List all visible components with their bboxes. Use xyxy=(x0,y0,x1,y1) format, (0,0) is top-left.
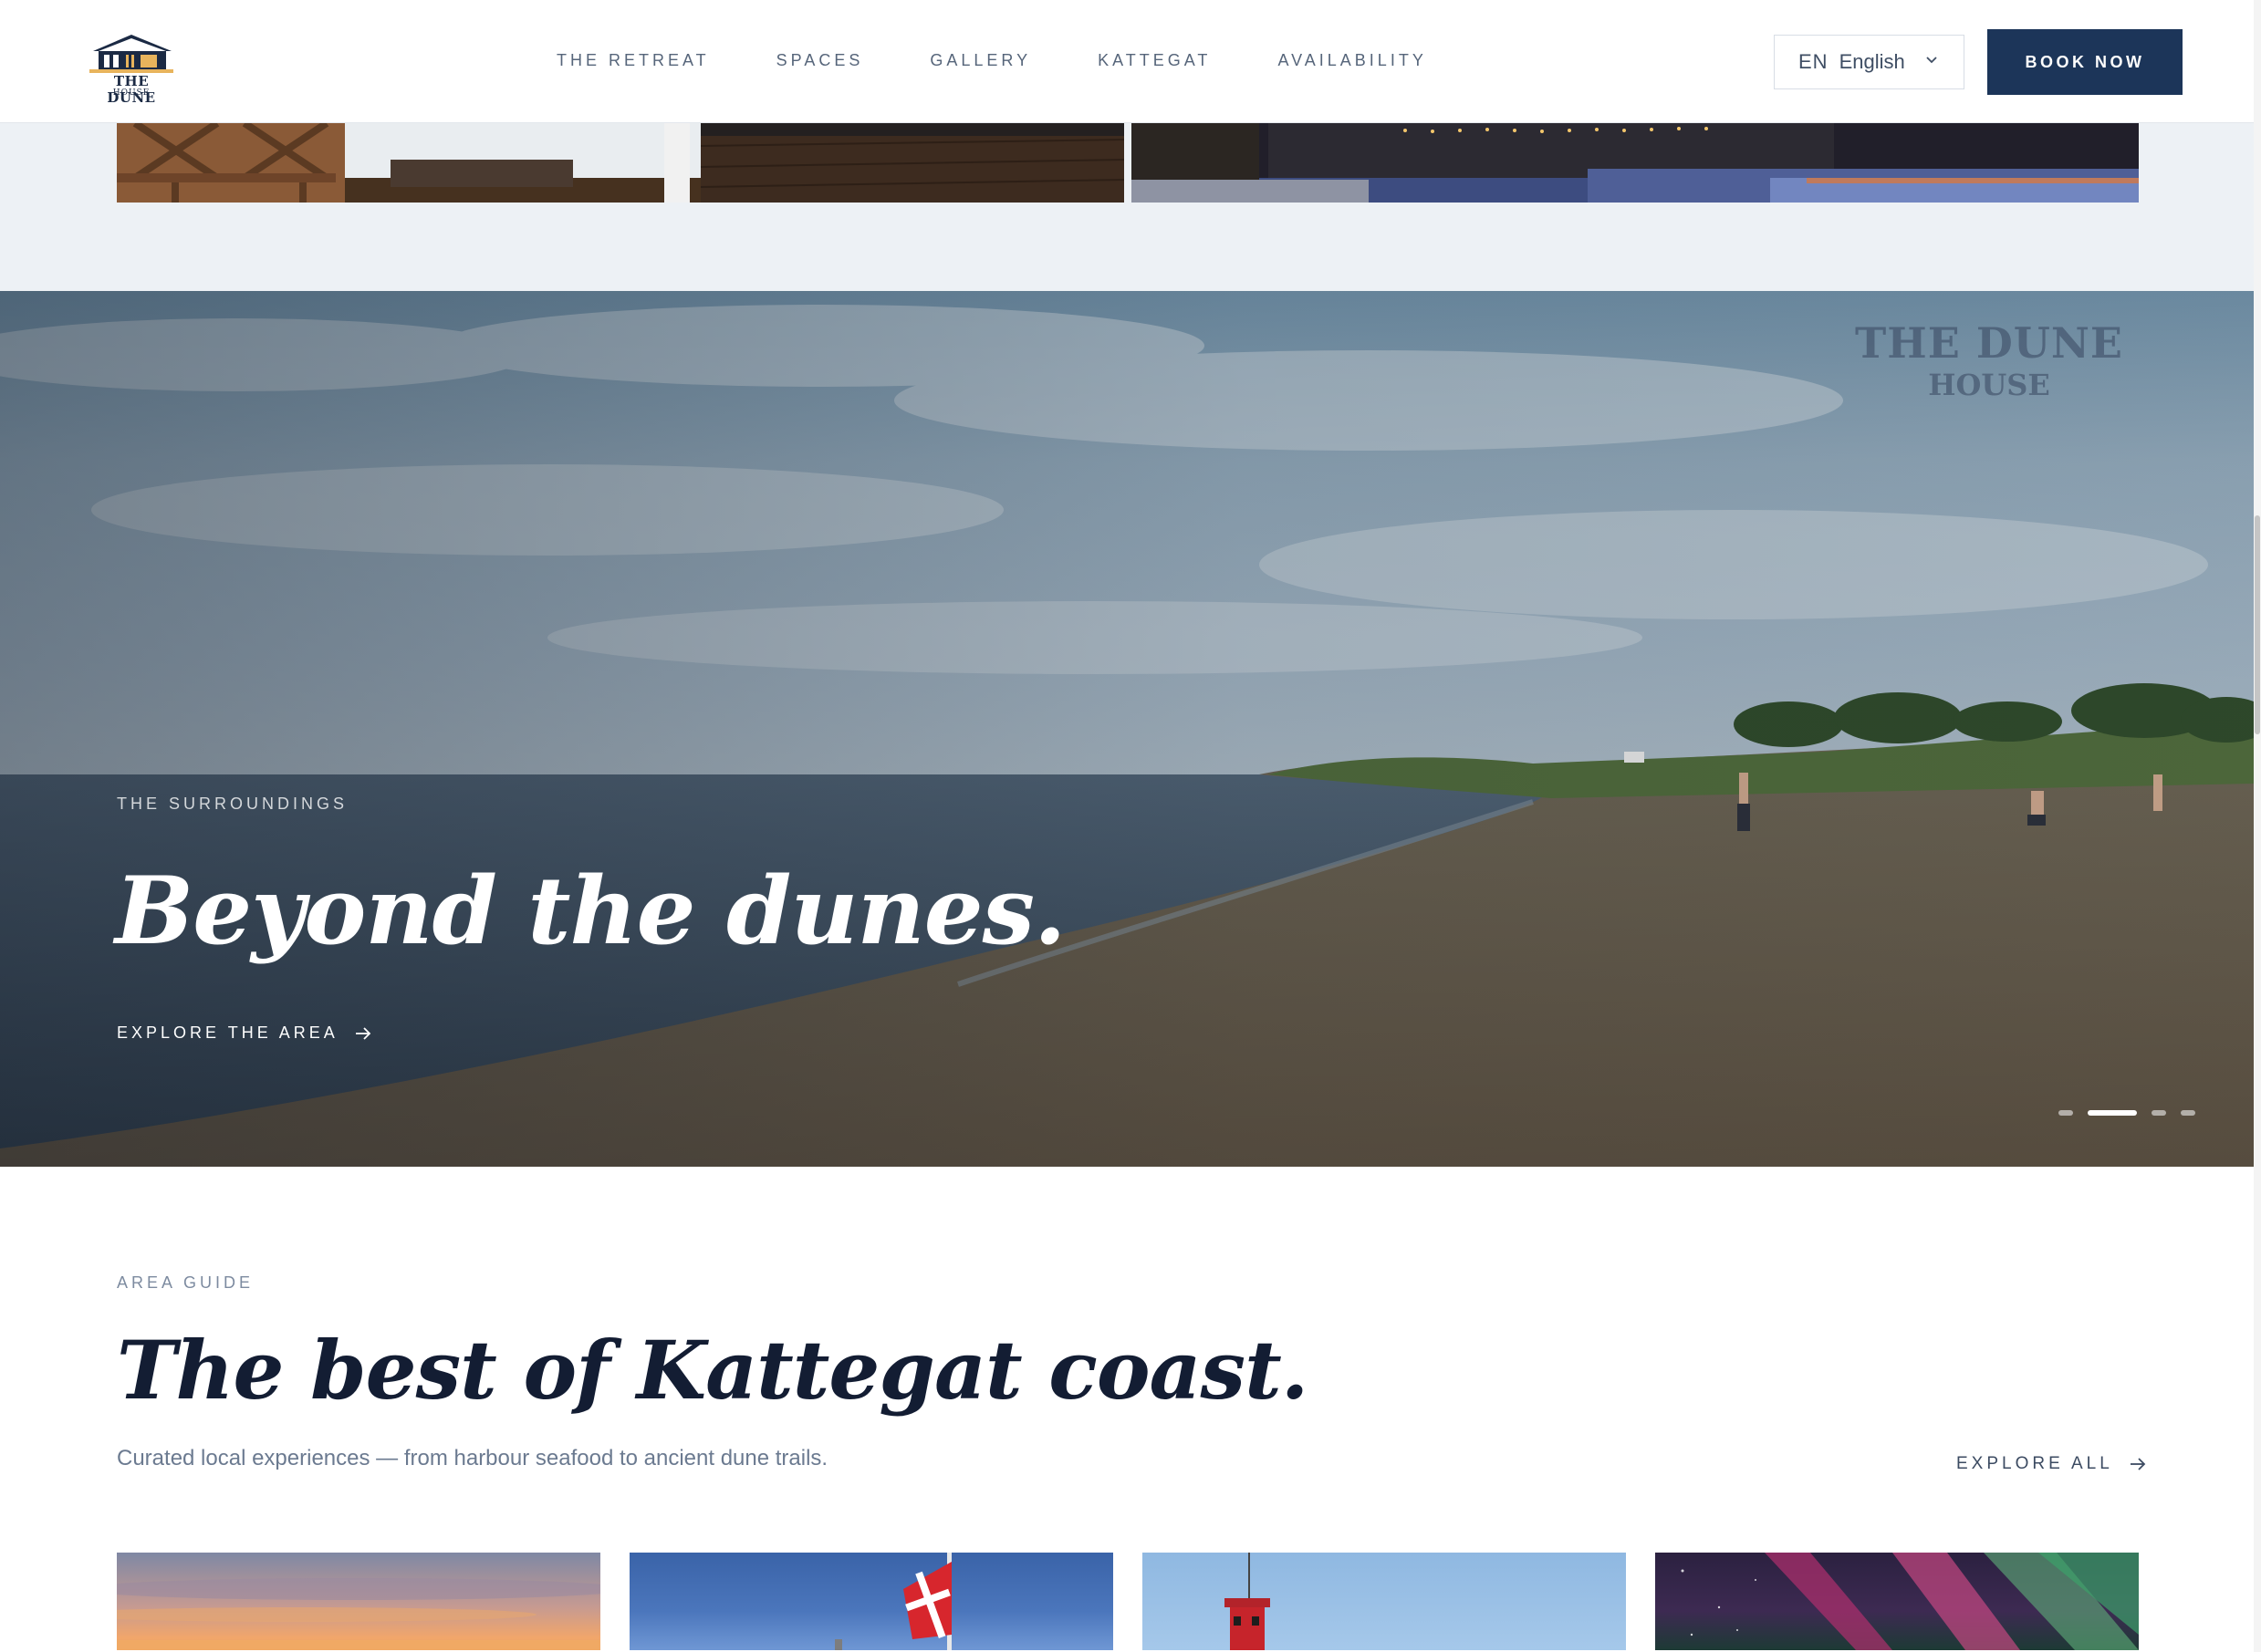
logo-subtext: HOUSE xyxy=(112,88,151,98)
explore-all-link[interactable]: EXPLORE ALL xyxy=(1956,1454,2146,1474)
book-now-button[interactable]: BOOK NOW xyxy=(1987,29,2183,95)
experience-card-sunset[interactable] xyxy=(117,1553,600,1650)
explore-all-label: EXPLORE ALL xyxy=(1956,1454,2113,1473)
scrollbar-thumb[interactable] xyxy=(2255,515,2260,734)
experience-card-lighthouse[interactable] xyxy=(1142,1553,1626,1650)
language-code: EN xyxy=(1798,50,1829,73)
slider-dots xyxy=(2058,1109,2210,1117)
area-guide-title: The best of Kattegat coast. xyxy=(117,1323,1308,1418)
nav-gallery[interactable]: GALLERY xyxy=(930,51,1031,73)
main-nav: THE RETREAT SPACES GALLERY KATTEGAT AVAI… xyxy=(557,51,1494,73)
hero-eyebrow: THE SURROUNDINGS xyxy=(117,795,349,813)
gallery-photo-porch[interactable] xyxy=(117,123,1124,203)
explore-area-label: EXPLORE THE AREA xyxy=(117,1023,339,1042)
explore-area-link[interactable]: EXPLORE THE AREA xyxy=(117,1023,371,1043)
gallery-strip xyxy=(0,123,2254,291)
hero-surroundings: THE DUNE HOUSE THE SURROUNDINGS Beyond t… xyxy=(0,291,2254,1167)
hero-title: Beyond the dunes. xyxy=(115,857,1067,966)
gallery-photo-evening[interactable] xyxy=(1131,123,2139,203)
area-guide-subtitle: Curated local experiences — from harbour… xyxy=(117,1446,828,1470)
watermark-line1: THE DUNE xyxy=(1855,318,2123,368)
language-label: English xyxy=(1839,50,1905,73)
experience-card-harbour-flag[interactable] xyxy=(630,1553,1113,1650)
experience-cards xyxy=(117,1553,2139,1652)
slider-dot-4[interactable] xyxy=(2181,1110,2195,1116)
nav-the-retreat[interactable]: THE RETREAT xyxy=(557,51,710,73)
page-scrollbar[interactable] xyxy=(2254,0,2261,1652)
watermark-line2: HOUSE xyxy=(1928,368,2050,402)
chevron-down-icon xyxy=(1926,57,1937,64)
language-select[interactable]: EN English xyxy=(1774,35,1964,89)
slider-dot-3[interactable] xyxy=(2152,1110,2166,1116)
nav-availability[interactable]: AVAILABILITY xyxy=(1277,51,1426,73)
arrow-right-icon xyxy=(2130,1458,2146,1470)
site-header: THE DUNE HOUSE THE RETREAT SPACES GALLER… xyxy=(0,0,2254,123)
house-icon xyxy=(89,35,173,73)
site-logo[interactable]: THE DUNE HOUSE xyxy=(89,31,177,106)
experience-card-aurora[interactable] xyxy=(1655,1553,2139,1650)
area-guide-eyebrow: AREA GUIDE xyxy=(117,1273,255,1292)
arrow-right-icon xyxy=(355,1026,371,1040)
nav-kattegat[interactable]: KATTEGAT xyxy=(1098,51,1211,73)
slider-dot-2[interactable] xyxy=(2088,1110,2137,1116)
slider-dot-1[interactable] xyxy=(2058,1110,2073,1116)
nav-spaces[interactable]: SPACES xyxy=(776,51,864,73)
